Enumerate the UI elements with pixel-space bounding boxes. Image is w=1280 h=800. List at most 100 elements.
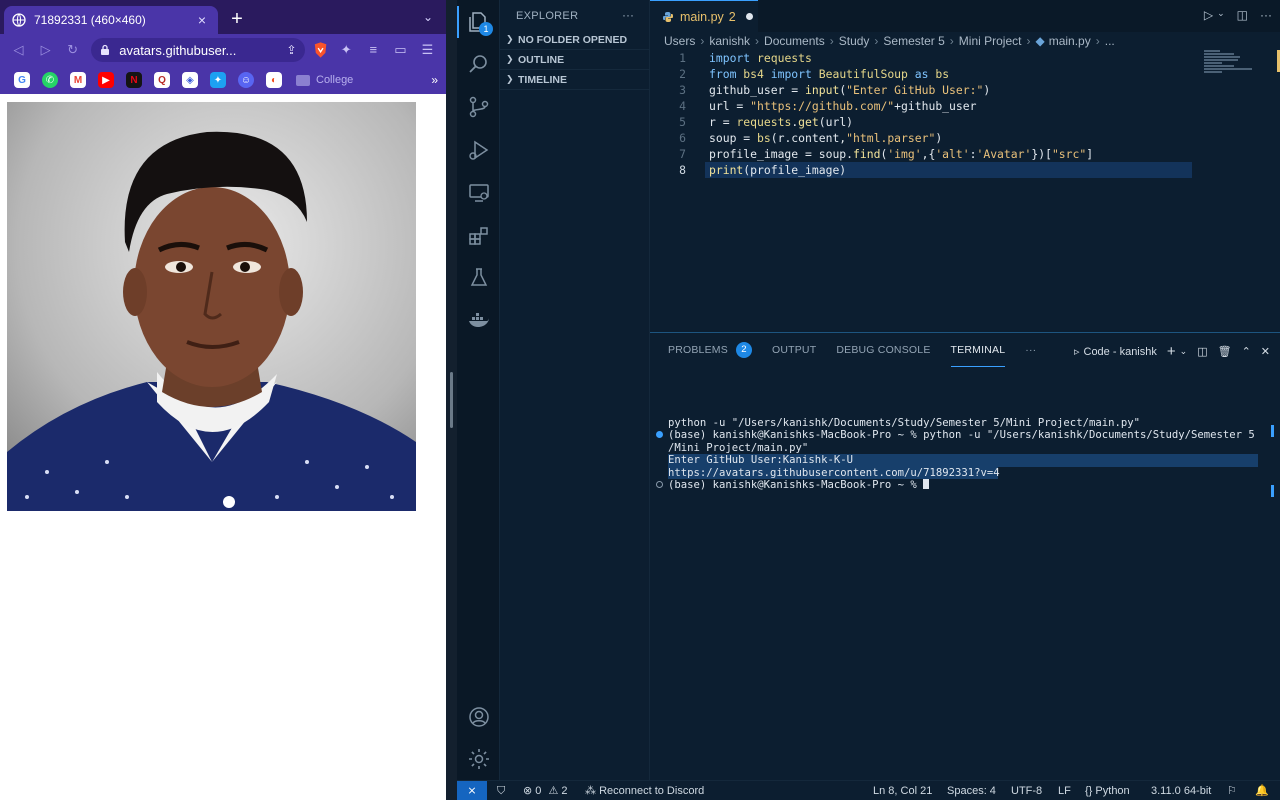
feedback-icon[interactable]: ⚐	[1227, 781, 1237, 800]
run-debug-icon[interactable]	[467, 138, 491, 162]
settings-gear-icon[interactable]	[467, 747, 491, 771]
divider-grip[interactable]	[450, 372, 453, 428]
breadcrumb-item[interactable]: kanishk	[709, 34, 750, 48]
new-terminal-icon[interactable]: +	[1167, 343, 1176, 360]
twitter-icon[interactable]: ✦	[210, 72, 226, 88]
live-share-icon[interactable]: ⛉	[497, 781, 505, 800]
code-line[interactable]: 7 profile_image = soup.find('img',{'alt':…	[650, 146, 1280, 162]
remote-indicator-icon[interactable]: ⨯	[457, 781, 487, 800]
line-ending[interactable]: LF	[1058, 781, 1071, 800]
gmail-icon[interactable]: M	[70, 72, 86, 88]
breadcrumb-separator-icon: ›	[755, 34, 760, 48]
new-tab-button[interactable]: +	[226, 8, 248, 30]
terminal-dropdown-icon[interactable]: ⌄	[1180, 346, 1188, 357]
tab-search-icon[interactable]: ⌄	[418, 10, 438, 28]
unsaved-dot-icon[interactable]	[745, 13, 753, 20]
explorer-badge: 1	[479, 22, 493, 36]
remote-explorer-icon[interactable]	[467, 181, 491, 205]
code-line[interactable]: 2 from bs4 import BeautifulSoup as bs	[650, 66, 1280, 82]
section-outline[interactable]: ❯ OUTLINE	[500, 50, 650, 70]
status-bar: ⨯ ⛉ ⊗ 0 ⚠ 2 ⁂ Reconnect to Discord Ln 8,…	[457, 780, 1280, 800]
trash-icon[interactable]: 🗑	[1218, 345, 1232, 358]
editor-tab-main-py[interactable]: main.py 2	[650, 0, 758, 32]
section-no-folder[interactable]: ❯ NO FOLDER OPENED	[500, 30, 650, 50]
tab-output[interactable]: OUTPUT	[772, 333, 816, 367]
whatsapp-icon[interactable]: ✆	[42, 72, 58, 88]
section-timeline[interactable]: ❯ TIMELINE	[500, 70, 650, 90]
terminal-line-text: (base) kanishk@Kanishks-MacBook-Pro ~ % …	[668, 429, 1255, 442]
forward-icon[interactable]: ▷	[35, 39, 56, 61]
search-icon[interactable]	[467, 52, 491, 76]
minimap[interactable]	[1196, 50, 1280, 130]
extensions-icon[interactable]	[467, 224, 491, 248]
tab-terminal[interactable]: TERMINAL	[950, 333, 1006, 367]
tab-debug-console[interactable]: DEBUG CONSOLE	[836, 333, 930, 367]
account-icon[interactable]	[467, 705, 491, 729]
discord-icon[interactable]: ☺	[238, 72, 254, 88]
close-panel-icon[interactable]: ✕	[1261, 345, 1270, 358]
wallet-icon[interactable]: ▭	[390, 39, 411, 61]
python-file-icon	[663, 11, 673, 22]
split-editor-icon[interactable]: ◫	[1237, 8, 1248, 22]
more-actions-icon[interactable]: ···	[1260, 8, 1272, 22]
code-line[interactable]: 4 url = "https://github.com/"+github_user	[650, 98, 1280, 114]
google-icon[interactable]: G	[14, 72, 30, 88]
code-line[interactable]: 3 github_user = input("Enter GitHub User:…	[650, 82, 1280, 98]
problems-status[interactable]: ⊗ 0 ⚠ 2	[523, 781, 568, 800]
terminal-output[interactable]: python -u "/Users/kanishk/Documents/Stud…	[656, 417, 1258, 491]
close-tab-icon[interactable]: ×	[194, 12, 210, 28]
code-line[interactable]: 6 soup = bs(r.content,"html.parser")	[650, 130, 1280, 146]
cursor-position[interactable]: Ln 8, Col 21	[873, 781, 932, 800]
encoding[interactable]: UTF-8	[1011, 781, 1042, 800]
testing-icon[interactable]	[467, 266, 491, 290]
reload-icon[interactable]: ↻	[62, 39, 83, 61]
code-line[interactable]: 5 r = requests.get(url)	[650, 114, 1280, 130]
language-mode[interactable]: {} Python	[1085, 781, 1130, 800]
explorer-icon[interactable]: 1	[457, 6, 493, 38]
bookmarks-more-icon[interactable]: »	[431, 73, 438, 87]
tab-problems[interactable]: PROBLEMS 2	[668, 333, 752, 367]
extensions-icon[interactable]: ✦	[336, 39, 357, 61]
source-control-icon[interactable]	[467, 95, 491, 119]
brave-shield-icon[interactable]	[311, 40, 330, 60]
breadcrumb-item[interactable]: Mini Project	[959, 34, 1022, 48]
explorer-title: EXPLORER	[516, 10, 579, 22]
back-icon[interactable]: ◁	[8, 39, 29, 61]
breadcrumb-item[interactable]: main.py	[1049, 34, 1091, 48]
address-bar[interactable]: avatars.githubuser... ⇪	[91, 38, 305, 62]
vscode-window: 1 EXPLORER ··· ❯ NO FOLDER OPENED ❯ OUTLIN…	[457, 0, 1280, 800]
breadcrumb-item[interactable]: Study	[839, 34, 870, 48]
menu-icon[interactable]: ☰	[417, 39, 438, 61]
maximize-panel-icon[interactable]: ⌃	[1242, 345, 1251, 358]
explorer-more-icon[interactable]: ···	[622, 8, 634, 22]
command-success-icon[interactable]	[656, 431, 663, 439]
browser-tab[interactable]: 71892331 (460×460) ×	[4, 6, 218, 34]
breadcrumb-item[interactable]: Users	[664, 34, 695, 48]
code-editor[interactable]: 1 import requests 2 from bs4 import Beautif…	[650, 50, 1280, 178]
breadcrumb-item[interactable]: Semester 5	[883, 34, 944, 48]
command-pending-icon[interactable]	[656, 480, 663, 488]
youtube-icon[interactable]: ▶	[98, 72, 114, 88]
run-icon[interactable]: ▷	[1204, 8, 1213, 22]
breadcrumb-item[interactable]: Documents	[764, 34, 825, 48]
notifications-icon[interactable]: 🔔	[1255, 781, 1269, 800]
figma-icon[interactable]: ◐	[266, 72, 282, 88]
discord-status[interactable]: ⁂ Reconnect to Discord	[585, 781, 704, 800]
split-divider[interactable]	[446, 0, 457, 800]
share-icon[interactable]: ⇪	[287, 43, 297, 57]
terminal-name[interactable]: Code - kanishk	[1084, 346, 1157, 358]
run-dropdown-icon[interactable]: ⌄	[1217, 8, 1225, 22]
breadcrumb-item[interactable]: ...	[1105, 34, 1115, 48]
panel-more-icon[interactable]: ···	[1025, 333, 1036, 367]
app-icon[interactable]: ◈	[182, 72, 198, 88]
split-terminal-icon[interactable]: ◫	[1197, 345, 1207, 358]
playlist-icon[interactable]: ≡	[363, 39, 384, 61]
indentation[interactable]: Spaces: 4	[947, 781, 996, 800]
docker-icon[interactable]	[467, 309, 491, 333]
python-interpreter[interactable]: 3.11.0 64-bit	[1151, 781, 1211, 800]
bookmark-folder-college[interactable]: College	[296, 74, 353, 86]
netflix-icon[interactable]: N	[126, 72, 142, 88]
quora-icon[interactable]: Q	[154, 72, 170, 88]
code-line[interactable]: 1 import requests	[650, 50, 1280, 66]
code-line[interactable]: 8 print(profile_image)	[650, 162, 1280, 178]
